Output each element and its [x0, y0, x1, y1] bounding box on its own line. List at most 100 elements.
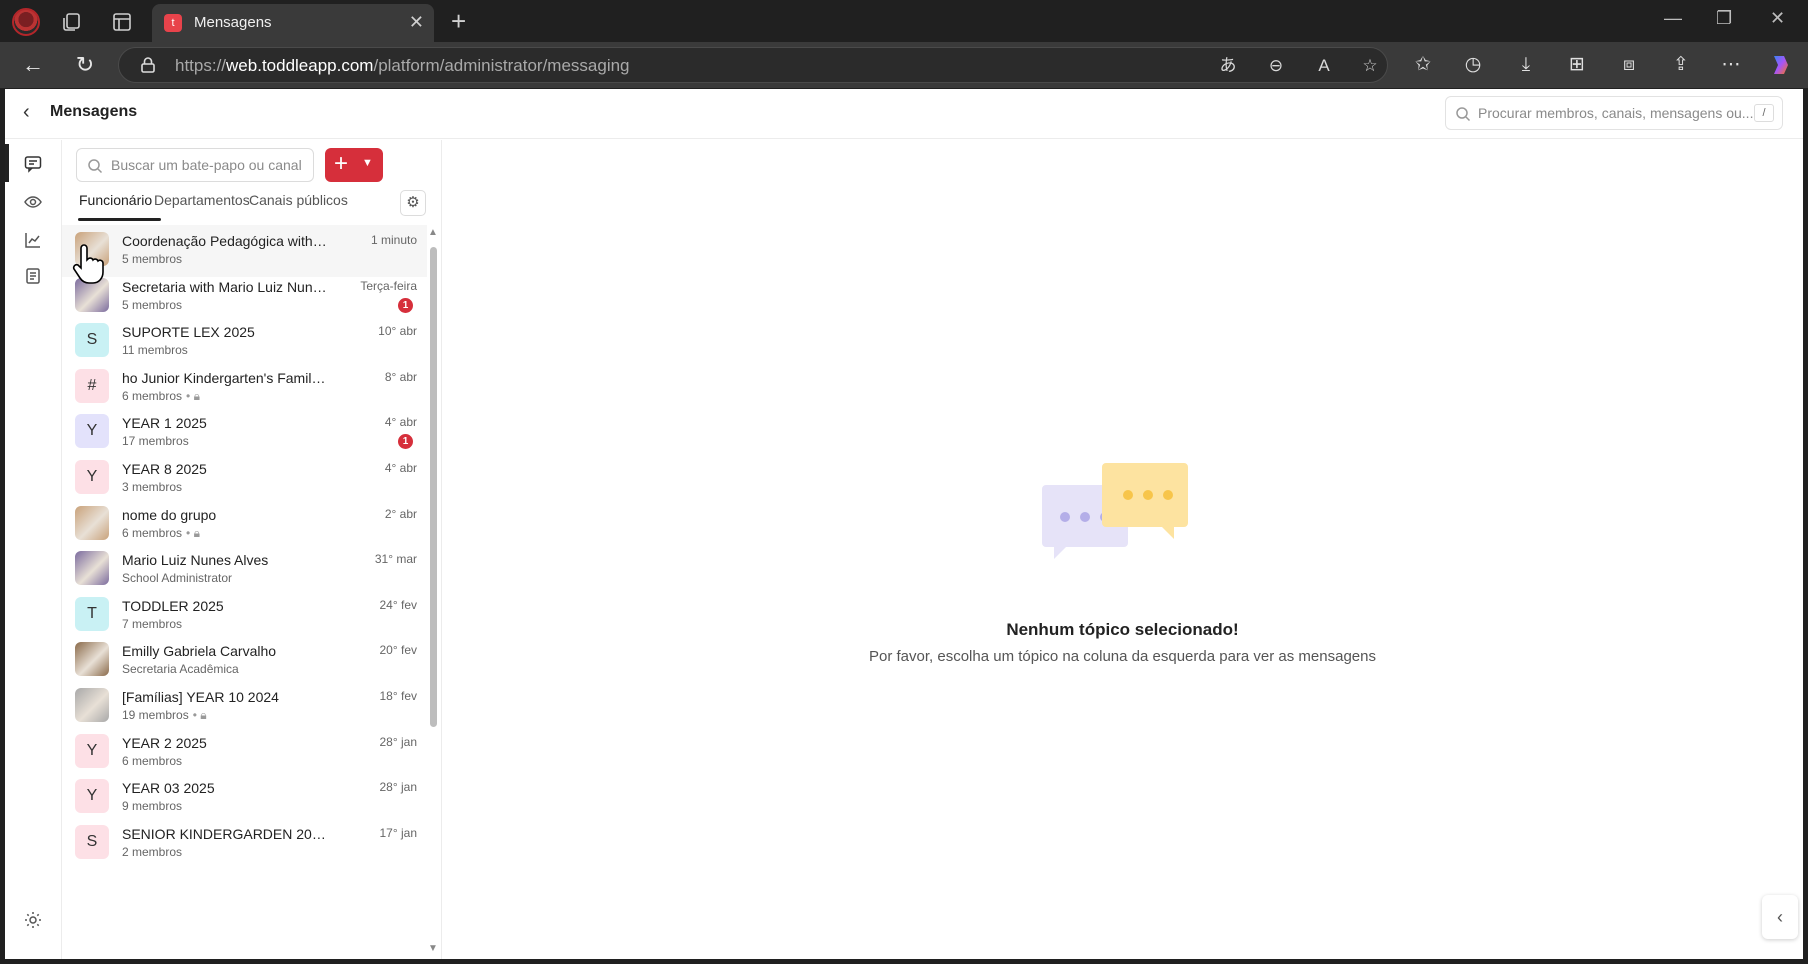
browser-window: t Mensagens ✕ + — ❐ ✕ ← ↻ https://web.to…: [0, 0, 1808, 964]
tab-actions-icon[interactable]: [110, 10, 134, 34]
conversation-members: 11 membros: [122, 343, 188, 358]
conversation-date: 2° abr: [384, 506, 417, 521]
conversation-subtitle: 6 membros • 🔒︎: [122, 526, 200, 541]
conversation-subtitle: 19 membros • 🔒︎: [122, 708, 207, 723]
chat-search-input[interactable]: Buscar um bate-papo ou canal: [76, 148, 314, 182]
conversation-members: 6 membros: [122, 753, 183, 768]
page-title: Mensagens: [50, 103, 138, 120]
downloads-icon[interactable]: ⤓: [1513, 52, 1539, 78]
scroll-down-arrow-icon[interactable]: ▼: [428, 943, 438, 954]
conversation-name: [Famílias] YEAR 10 2024: [122, 689, 279, 705]
conversation-row[interactable]: Emilly Gabriela Carvalho Secretaria Acadê…: [62, 635, 427, 687]
list-settings-button[interactable]: ⚙: [400, 190, 426, 216]
browser-tab-active[interactable]: t Mensagens ✕: [152, 4, 434, 42]
zoom-out-icon[interactable]: ⊖: [1265, 55, 1287, 77]
rail-settings[interactable]: [5, 900, 61, 938]
lock-icon[interactable]: [139, 56, 157, 74]
toddle-page: ‹ Mensagens Procurar membros, canais, me…: [5, 89, 1803, 959]
restore-icon[interactable]: ❐: [1716, 8, 1732, 29]
screenshot-icon[interactable]: ⧈: [1616, 52, 1642, 78]
profile-avatar[interactable]: [12, 8, 40, 36]
address-bar[interactable]: https://web.toddleapp.com/platform/admin…: [118, 47, 1388, 83]
conversation-date: 10° abr: [378, 324, 417, 339]
caret-down-icon: ▼: [362, 157, 373, 169]
tab-departamentos[interactable]: Departamentos: [154, 192, 250, 208]
tab-funcionario[interactable]: Funcionário: [79, 192, 152, 208]
extensions-icon[interactable]: ⊞: [1564, 52, 1590, 78]
back-icon[interactable]: ←: [20, 52, 46, 78]
conversation-row[interactable]: Y YEAR 03 2025 9 membros 28° jan: [62, 772, 427, 824]
conversation-avatar-initial: Y: [75, 779, 109, 814]
notebook-icon: [26, 268, 40, 284]
history-icon[interactable]: ◷: [1460, 52, 1486, 78]
rail-notes[interactable]: [5, 256, 61, 294]
new-tab-icon[interactable]: +: [451, 6, 466, 37]
list-scrollbar[interactable]: ▲ ▼: [426, 225, 440, 959]
conversation-row[interactable]: # ho Junior Kindergarten's Family with Ma…: [62, 362, 427, 414]
conversation-date: 4° abr: [384, 415, 417, 430]
tab-canais-publicos[interactable]: Canais públicos: [249, 192, 348, 208]
favorites-icon[interactable]: ✩: [1410, 52, 1436, 78]
conversation-row[interactable]: Coordenação Pedagógica with Mario Luiz N…: [62, 225, 427, 277]
back-chevron-icon[interactable]: ‹: [23, 101, 30, 124]
conversation-row[interactable]: Secretaria with Mario Luiz Nunes Alves 5 …: [62, 271, 427, 323]
share-icon[interactable]: ⇪: [1668, 52, 1694, 78]
plus-icon: +: [334, 150, 349, 177]
conversation-subtitle: 6 membros: [122, 754, 182, 768]
conversation-name: Coordenação Pedagógica with Mario Luiz N…: [122, 233, 327, 249]
scroll-up-arrow-icon[interactable]: ▲: [428, 227, 438, 238]
refresh-icon[interactable]: ↻: [72, 52, 98, 78]
conversation-name: Mario Luiz Nunes Alves: [122, 552, 269, 569]
left-rail: [5, 140, 62, 959]
conversation-subtitle: 9 membros: [122, 799, 182, 813]
conversation-row[interactable]: Y YEAR 8 2025 3 membros 4° abr: [62, 453, 427, 505]
conversation-members: 6 membros: [122, 388, 183, 403]
chat-search-placeholder: Buscar um bate-papo ou canal: [111, 157, 302, 173]
expand-panel-button[interactable]: ‹: [1762, 895, 1798, 939]
more-options-icon[interactable]: ⋯: [1718, 52, 1744, 78]
empty-state-subtitle: Por favor, escolha um tópico na coluna d…: [869, 648, 1376, 665]
minimize-icon[interactable]: —: [1664, 8, 1682, 29]
conversation-subtitle: 11 membros: [122, 343, 188, 357]
conversation-row[interactable]: S SUPORTE LEX 2025 11 membros 10° abr: [62, 316, 427, 368]
rail-monitor[interactable]: [5, 182, 61, 220]
hand-cursor-icon: [72, 244, 104, 284]
conversation-avatar-image: [75, 688, 109, 722]
conversation-subtitle: School Administrator: [122, 571, 232, 585]
conversation-row[interactable]: Y YEAR 2 2025 6 membros 28° jan: [62, 727, 427, 779]
conversation-subtitle: 5 membros: [122, 298, 182, 312]
conversation-row[interactable]: T TODDLER 2025 7 membros 24° fev: [62, 590, 427, 642]
conversation-members: 5 membros: [122, 252, 183, 266]
workspaces-icon[interactable]: [60, 10, 84, 34]
conversation-row[interactable]: Mario Luiz Nunes Alves School Administrat…: [62, 544, 427, 596]
new-chat-button[interactable]: + ▼: [325, 148, 383, 182]
conversation-avatar-initial: S: [75, 323, 109, 358]
conversation-name: YEAR 2 2025: [122, 734, 207, 751]
favorite-star-icon[interactable]: ☆: [1359, 55, 1381, 77]
global-search-input[interactable]: Procurar membros, canais, mensagens ou..…: [1445, 96, 1783, 130]
conversation-subtitle: Secretaria Acadêmica: [122, 662, 239, 676]
conversation-avatar-initial: Y: [75, 733, 109, 768]
copilot-icon[interactable]: [1768, 52, 1794, 78]
window-close-icon[interactable]: ✕: [1770, 8, 1785, 29]
conversation-row[interactable]: nome do grupo 6 membros • 🔒︎ 2° abr: [62, 499, 427, 551]
conversation-avatar-initial: #: [75, 368, 109, 403]
conversation-members: 6 membros: [122, 525, 183, 540]
scroll-thumb[interactable]: [430, 247, 437, 727]
close-tab-icon[interactable]: ✕: [409, 12, 424, 33]
conversation-row[interactable]: [Famílias] YEAR 10 2024 19 membros • 🔒︎ 18°…: [62, 681, 427, 733]
translate-icon[interactable]: あ: [1217, 55, 1239, 77]
unread-badge: 1: [398, 297, 413, 313]
panel-tabs: Funcionário Departamentos Canais público…: [62, 190, 442, 222]
private-lock-icon: • 🔒︎: [186, 525, 200, 540]
conversation-row[interactable]: S SENIOR KINDERGARDEN 2025 2 membros 17° ja…: [62, 818, 427, 870]
tab-strip: t Mensagens ✕ + — ❐ ✕: [0, 0, 1808, 42]
rail-analytics[interactable]: [5, 220, 61, 258]
conversation-subtitle: 5 membros: [122, 252, 182, 266]
chat-icon: [24, 156, 42, 173]
rail-messages[interactable]: [5, 144, 61, 182]
conversation-row[interactable]: Y YEAR 1 2025 17 membros 4° abr 1: [62, 407, 427, 459]
conversation-name: SUPORTE LEX 2025: [122, 324, 255, 341]
conversation-subtitle: 17 membros: [122, 434, 189, 448]
read-aloud-icon[interactable]: A: [1313, 55, 1335, 77]
